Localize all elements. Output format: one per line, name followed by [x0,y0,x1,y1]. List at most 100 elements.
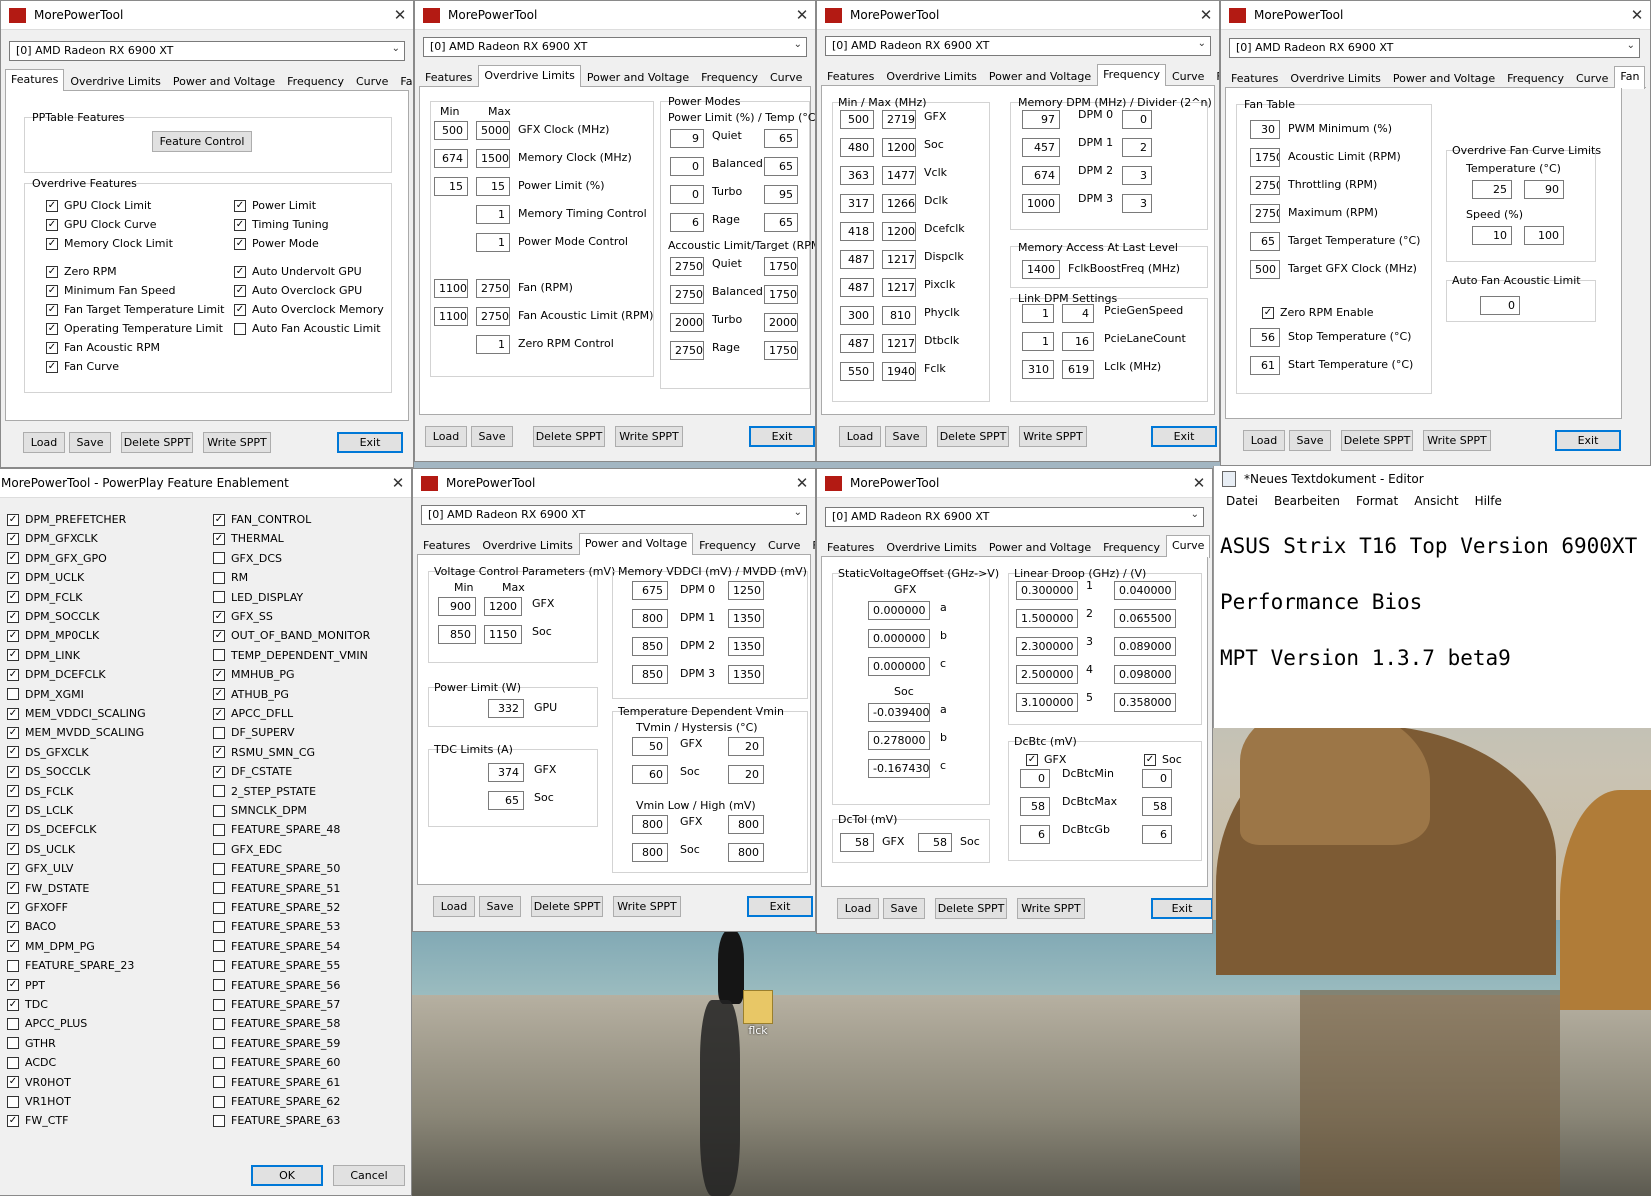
device-select[interactable]: [0] AMD Radeon RX 6900 XT ⌄ [421,505,807,525]
feature-checkbox[interactable]: ✓ DPM_LINK [7,649,80,662]
exit-button[interactable]: Exit [749,426,815,447]
power-limit-input[interactable]: 0 [670,185,704,204]
acoustic-target-input[interactable]: 1750 [764,341,798,360]
feature-checkbox[interactable]: ✓ FW_DSTATE [7,882,89,895]
tab-overdrive-limits[interactable]: Overdrive Limits [880,537,983,556]
stop-temperature-input[interactable]: 56 [1250,328,1280,347]
gfx-offset-input[interactable]: 0.000000 [868,629,930,648]
od-min-input[interactable]: 1100 [434,279,468,298]
load-button[interactable]: Load [425,426,467,447]
droop-freq-input[interactable]: 2.300000 [1016,637,1078,656]
fan-table-input[interactable]: 1750 [1250,148,1280,167]
tab-power-voltage[interactable]: Power and Voltage [983,66,1097,85]
dcbtc-soc-checkbox[interactable]: ✓ Soc [1144,753,1182,766]
droop-freq-input[interactable]: 2.500000 [1016,665,1078,684]
clock-max-input[interactable]: 1217 [882,278,916,297]
tab-features[interactable]: Features [821,66,880,85]
delete-sppt-button[interactable]: Delete SPPT [531,896,603,917]
text-area[interactable]: ASUS Strix T16 Top Version 6900XT Perform… [1214,512,1651,692]
feature-checkbox[interactable]: FEATURE_SPARE_57 [213,998,340,1011]
gfx-offset-input[interactable]: 0.000000 [868,657,930,676]
voltage-max-input[interactable]: 1150 [484,625,522,644]
tab-frequency[interactable]: Frequency [693,535,762,554]
feature-checkbox[interactable]: RM [213,571,248,584]
feature-checkbox[interactable]: ✓ BACO [7,920,56,933]
feature-checkbox[interactable]: GFX_EDC [213,843,282,856]
tab-curve[interactable]: Curve [1570,68,1614,87]
gfx-offset-input[interactable]: 0.000000 [868,601,930,620]
acoustic-limit-input[interactable]: 2000 [670,313,704,332]
feature-control-button[interactable]: Feature Control [152,131,252,152]
temp-input[interactable]: 65 [764,129,798,148]
tab-features[interactable]: Features [1225,68,1284,87]
od-feature-checkbox[interactable]: ✓ Fan Acoustic RPM [46,341,160,354]
power-limit-input[interactable]: 6 [670,213,704,232]
clock-max-input[interactable]: 1266 [882,194,916,213]
dcbtc-soc-input[interactable]: 58 [1142,797,1172,816]
od-feature-checkbox[interactable]: ✓ Auto Overclock Memory [234,303,384,316]
od-max-input[interactable]: 1 [476,233,510,252]
temp-input[interactable]: 95 [764,185,798,204]
start-temperature-input[interactable]: 61 [1250,356,1280,375]
divider-input[interactable]: 3 [1122,194,1152,213]
hysteresis-input[interactable]: 20 [728,737,764,756]
fan-table-input[interactable]: 500 [1250,260,1280,279]
delete-sppt-button[interactable]: Delete SPPT [121,432,193,453]
load-button[interactable]: Load [433,896,475,917]
tab-frequency[interactable]: Frequency [1097,64,1166,87]
feature-checkbox[interactable]: ✓ MEM_MVDD_SCALING [7,726,144,739]
clock-max-input[interactable]: 810 [882,306,916,325]
clock-min-input[interactable]: 487 [840,250,874,269]
load-button[interactable]: Load [23,432,65,453]
feature-checkbox[interactable]: ✓ DS_SOCCLK [7,765,90,778]
clock-min-input[interactable]: 487 [840,334,874,353]
memory-dpm-input[interactable]: 457 [1022,138,1060,157]
tab-fan[interactable]: Fan [808,67,815,86]
tab-overdrive-limits[interactable]: Overdrive Limits [64,71,167,90]
tab-features[interactable]: Features [821,537,880,556]
soc-offset-input[interactable]: 0.278000 [868,731,930,750]
droop-volt-input[interactable]: 0.040000 [1114,581,1176,600]
tab-frequency[interactable]: Frequency [1501,68,1570,87]
menu-ansicht[interactable]: Ansicht [1406,492,1466,512]
voltage-min-input[interactable]: 850 [438,625,476,644]
tab-overdrive-limits[interactable]: Overdrive Limits [880,66,983,85]
feature-checkbox[interactable]: ✓ DS_LCLK [7,804,73,817]
od-min-input[interactable]: 674 [434,149,468,168]
divider-input[interactable]: 0 [1122,110,1152,129]
feature-checkbox[interactable]: ✓ DPM_SOCCLK [7,610,99,623]
vmin-high-input[interactable]: 800 [728,815,764,834]
od-feature-checkbox[interactable]: ✓ Zero RPM [46,265,117,278]
soc-offset-input[interactable]: -0.167430 [868,759,930,778]
feature-checkbox[interactable]: ✓ VR0HOT [7,1076,71,1089]
od-min-input[interactable]: 1100 [434,307,468,326]
tab-features[interactable]: Features [417,535,476,554]
feature-checkbox[interactable]: ✓ DPM_DCEFCLK [7,668,106,681]
save-button[interactable]: Save [883,898,925,919]
feature-checkbox[interactable]: ✓ FW_CTF [7,1114,68,1127]
vddci-input[interactable]: 675 [632,581,668,600]
od-feature-checkbox[interactable]: Auto Fan Acoustic Limit [234,322,381,335]
feature-checkbox[interactable]: SMNCLK_DPM [213,804,307,817]
cancel-button[interactable]: Cancel [333,1165,405,1186]
memory-dpm-input[interactable]: 97 [1022,110,1060,129]
clock-min-input[interactable]: 418 [840,222,874,241]
vmin-high-input[interactable]: 800 [728,843,764,862]
close-icon[interactable]: ✕ [385,474,411,492]
mvdd-input[interactable]: 1350 [728,665,764,684]
write-sppt-button[interactable]: Write SPPT [615,426,683,447]
device-select[interactable]: [0] AMD Radeon RX 6900 XT ⌄ [825,36,1211,56]
od-max-input[interactable]: 1 [476,335,510,354]
feature-checkbox[interactable]: ✓ DS_DCEFCLK [7,823,96,836]
feature-checkbox[interactable]: ACDC [7,1056,56,1069]
close-icon[interactable]: ✕ [1193,6,1219,24]
fan-table-input[interactable]: 2750 [1250,176,1280,195]
feature-checkbox[interactable]: GFX_DCS [213,552,282,565]
delete-sppt-button[interactable]: Delete SPPT [533,426,605,447]
feature-checkbox[interactable]: FEATURE_SPARE_23 [7,959,134,972]
fan-table-input[interactable]: 65 [1250,232,1280,251]
ok-button[interactable]: OK [251,1165,323,1186]
od-feature-checkbox[interactable]: ✓ Auto Overclock GPU [234,284,362,297]
save-button[interactable]: Save [885,426,927,447]
clock-min-input[interactable]: 317 [840,194,874,213]
